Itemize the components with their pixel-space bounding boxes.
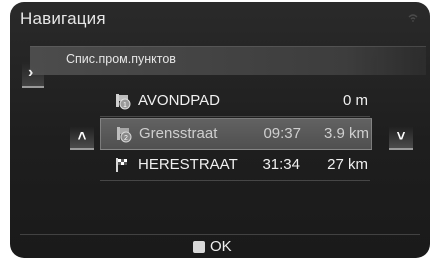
waypoint-2-icon: 2 bbox=[117, 127, 132, 143]
scroll-up-button[interactable]: ˄ bbox=[70, 126, 94, 150]
scroll-down-button[interactable]: ˅ bbox=[389, 126, 413, 150]
page-title: Навигация bbox=[20, 9, 106, 28]
waypoint-time: 09:37 bbox=[263, 125, 301, 142]
waypoint-name: HERESTRAAT bbox=[138, 156, 238, 173]
signal-icon bbox=[408, 14, 418, 22]
chevron-right-icon: › bbox=[28, 64, 34, 81]
list-item[interactable]: 1 AVONDPAD 0 m bbox=[100, 86, 370, 117]
navigation-screen: Навигация Спис.пром.пунктов › ˄ ˅ 1 AVON… bbox=[10, 2, 430, 258]
waypoint-1-icon: 1 bbox=[116, 94, 131, 110]
list-item-selected[interactable]: 2 Grensstraat 09:37 3.9 km bbox=[100, 118, 372, 150]
list-item[interactable]: HERESTRAAT 31:34 27 km bbox=[100, 150, 370, 181]
back-button[interactable]: › bbox=[22, 62, 44, 88]
ok-label: OK bbox=[210, 238, 232, 255]
ok-key-icon bbox=[193, 241, 205, 253]
waypoint-name: AVONDPAD bbox=[138, 92, 220, 109]
waypoint-distance: 0 m bbox=[342, 92, 368, 109]
waypoint-name: Grensstraat bbox=[139, 125, 218, 142]
footer-divider bbox=[20, 234, 420, 235]
destination-flag-icon bbox=[116, 158, 127, 172]
waypoint-distance: 27 km bbox=[327, 156, 368, 173]
waypoint-time: 31:34 bbox=[262, 156, 300, 173]
waypoint-distance: 3.9 km bbox=[323, 125, 369, 142]
list-title: Спис.пром.пунктов bbox=[66, 52, 176, 66]
svg-text:2: 2 bbox=[124, 135, 128, 142]
chevron-down-icon: ˅ bbox=[396, 128, 406, 145]
ok-button[interactable]: OK bbox=[170, 236, 270, 258]
svg-text:1: 1 bbox=[123, 102, 127, 109]
chevron-up-icon: ˄ bbox=[77, 128, 87, 145]
